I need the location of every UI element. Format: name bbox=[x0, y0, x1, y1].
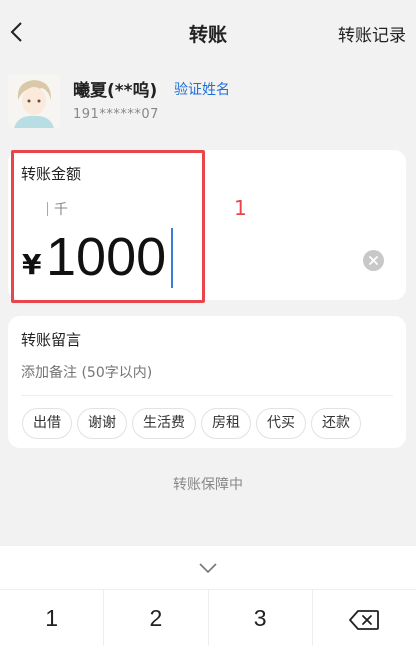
recipient-name: 曦夏(**呜) bbox=[73, 81, 158, 101]
unit-hint-text: 千 bbox=[54, 202, 68, 218]
keyboard-row: 1 2 3 bbox=[0, 589, 416, 646]
recipient-phone: 191******07 bbox=[73, 107, 159, 122]
transfer-protection-text: 转账保障中 bbox=[173, 477, 243, 493]
note-input[interactable] bbox=[21, 365, 381, 381]
recipient-info: 曦夏(**呜) 验证姓名 191******07 bbox=[8, 72, 408, 132]
clear-icon bbox=[369, 256, 378, 265]
note-divider bbox=[21, 395, 393, 396]
key-2[interactable]: 2 bbox=[104, 590, 209, 646]
note-label: 转账留言 bbox=[21, 331, 82, 349]
number-keyboard: 1 2 3 bbox=[0, 546, 416, 646]
avatar bbox=[8, 74, 60, 128]
collapse-keyboard-icon[interactable] bbox=[197, 561, 219, 575]
currency-symbol: ¥ bbox=[22, 248, 42, 281]
nav-bar: 转账 转账记录 bbox=[0, 0, 416, 64]
unit-hint-bar bbox=[47, 202, 48, 216]
backspace-icon bbox=[349, 610, 380, 630]
delete-key[interactable] bbox=[313, 590, 416, 646]
chip-lend[interactable]: 出借 bbox=[22, 408, 72, 439]
unit-hint: 千 bbox=[47, 199, 68, 219]
amount-label: 转账金额 bbox=[21, 165, 82, 183]
note-chips: 出借 谢谢 生活费 房租 代买 还款 bbox=[22, 408, 361, 440]
chip-repay[interactable]: 还款 bbox=[311, 408, 361, 439]
key-1[interactable]: 1 bbox=[0, 590, 105, 646]
chip-thanks[interactable]: 谢谢 bbox=[77, 408, 127, 439]
annotation-number: 1 bbox=[234, 196, 247, 220]
chip-living-expenses[interactable]: 生活费 bbox=[132, 408, 196, 439]
key-3[interactable]: 3 bbox=[209, 590, 313, 646]
chip-purchase-for[interactable]: 代买 bbox=[256, 408, 306, 439]
transfer-records-link[interactable]: 转账记录 bbox=[338, 21, 406, 46]
clear-amount-button[interactable] bbox=[363, 250, 384, 271]
verify-name-link[interactable]: 验证姓名 bbox=[174, 79, 230, 99]
chip-rent[interactable]: 房租 bbox=[201, 408, 251, 439]
amount-input[interactable]: 1000 bbox=[46, 226, 166, 288]
text-caret bbox=[171, 228, 173, 288]
